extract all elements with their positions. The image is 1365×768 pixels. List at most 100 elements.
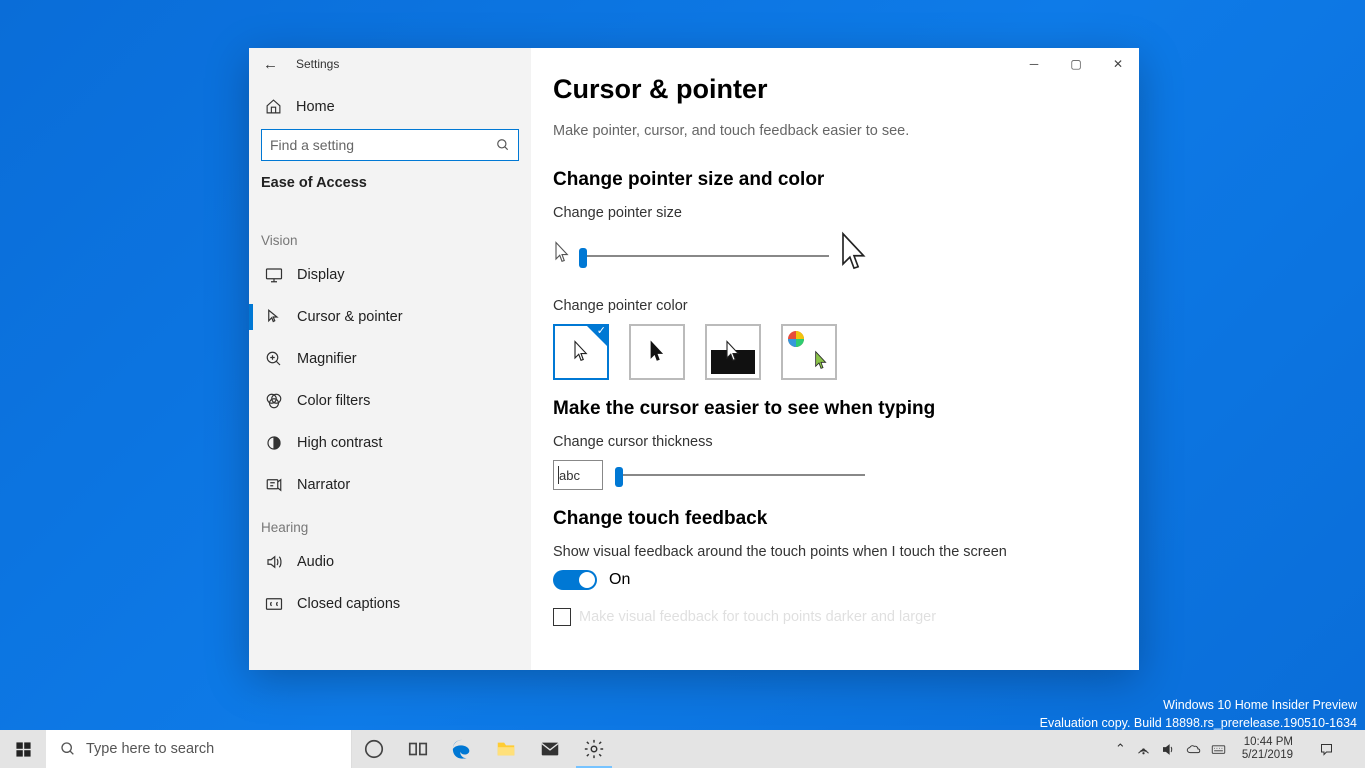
large-cursor-icon [837, 231, 871, 280]
thickness-preview: abc [553, 460, 603, 490]
home-label: Home [296, 99, 335, 115]
contrast-icon [265, 434, 283, 452]
back-icon[interactable]: ← [263, 56, 278, 73]
page-subtitle: Make pointer, cursor, and touch feedback… [553, 123, 1109, 139]
mail-button[interactable] [528, 730, 572, 768]
folder-icon [495, 738, 517, 760]
sidebar-item-label: Narrator [297, 477, 350, 493]
search-icon [60, 741, 76, 757]
slider-thumb[interactable] [615, 467, 623, 487]
settings-window: ─ ▢ ✕ ← Settings Home Find a setting Eas… [249, 48, 1139, 670]
pointer-size-label: Change pointer size [553, 205, 1109, 221]
touch-feedback-toggle-row: On [553, 570, 1109, 590]
minimize-button[interactable]: ─ [1013, 48, 1055, 80]
touch-feedback-checkbox[interactable] [553, 608, 571, 626]
sidebar-item-label: Cursor & pointer [297, 309, 403, 325]
cursor-white-icon [572, 340, 590, 364]
windows-icon [15, 741, 32, 758]
mail-icon [539, 738, 561, 760]
taskbar-clock[interactable]: 10:44 PM 5/21/2019 [1236, 736, 1299, 762]
sidebar-item-display[interactable]: Display [249, 254, 531, 296]
category-title: Ease of Access [249, 175, 531, 201]
task-view-icon [407, 738, 429, 760]
sidebar: ← Settings Home Find a setting Ease of A… [249, 48, 531, 670]
captions-icon [265, 595, 283, 613]
window-controls: ─ ▢ ✕ [1013, 48, 1139, 80]
toggle-label: On [609, 571, 630, 589]
explorer-button[interactable] [484, 730, 528, 768]
pointer-color-label: Change pointer color [553, 298, 1109, 314]
sidebar-item-label: Closed captions [297, 596, 400, 612]
filters-icon [265, 392, 283, 410]
clock-date: 5/21/2019 [1242, 749, 1293, 762]
sidebar-item-cursor-pointer[interactable]: Cursor & pointer [249, 296, 531, 338]
sidebar-item-high-contrast[interactable]: High contrast [249, 422, 531, 464]
network-icon[interactable] [1136, 742, 1151, 757]
touch-feedback-desc: Show visual feedback around the touch po… [553, 544, 1109, 560]
slider-thumb[interactable] [579, 248, 587, 268]
narrator-icon [265, 476, 283, 494]
start-button[interactable] [0, 730, 46, 768]
pointer-color-white[interactable] [553, 324, 609, 380]
sidebar-item-magnifier[interactable]: Magnifier [249, 338, 531, 380]
small-cursor-icon [553, 241, 571, 270]
pointer-color-custom[interactable] [781, 324, 837, 380]
window-title: Settings [296, 57, 339, 71]
cursor-icon [265, 308, 283, 326]
clock-time: 10:44 PM [1242, 736, 1293, 749]
system-tray: ⌃ 10:44 PM 5/21/2019 [1109, 730, 1365, 768]
search-input[interactable]: Find a setting [261, 129, 519, 161]
display-icon [265, 266, 283, 284]
close-button[interactable]: ✕ [1097, 48, 1139, 80]
edge-button[interactable] [440, 730, 484, 768]
color-wheel-icon [787, 330, 811, 354]
audio-icon [265, 553, 283, 571]
magnifier-icon [265, 350, 283, 368]
touch-feedback-toggle[interactable] [553, 570, 597, 590]
sidebar-item-label: Magnifier [297, 351, 357, 367]
section-touch-feedback: Change touch feedback [553, 508, 1109, 530]
action-center-button[interactable] [1309, 742, 1343, 757]
touch-feedback-checkbox-row: Make visual feedback for touch points da… [553, 608, 1109, 626]
pointer-size-slider[interactable] [579, 255, 829, 257]
section-cursor-typing: Make the cursor easier to see when typin… [553, 398, 1109, 420]
taskbar-search[interactable]: Type here to search [46, 730, 352, 768]
pointer-color-black[interactable] [629, 324, 685, 380]
sidebar-item-audio[interactable]: Audio [249, 541, 531, 583]
edge-icon [451, 738, 473, 760]
section-size-color: Change pointer size and color [553, 169, 1109, 191]
cursor-inverted-icon [724, 340, 742, 364]
settings-taskbar-button[interactable] [572, 730, 616, 768]
cursor-thickness-row: abc [553, 460, 1109, 490]
pointer-color-inverted[interactable] [705, 324, 761, 380]
task-view-button[interactable] [396, 730, 440, 768]
home-icon [265, 98, 282, 115]
sidebar-item-label: Display [297, 267, 345, 283]
group-vision: Vision [249, 233, 531, 254]
cursor-custom-icon [813, 350, 829, 372]
titlebar: ← Settings [249, 48, 531, 80]
maximize-button[interactable]: ▢ [1055, 48, 1097, 80]
group-hearing: Hearing [249, 520, 531, 541]
search-icon [496, 138, 510, 152]
home-link[interactable]: Home [249, 80, 531, 129]
volume-icon[interactable] [1161, 742, 1176, 757]
sidebar-item-label: Audio [297, 554, 334, 570]
cortana-button[interactable] [352, 730, 396, 768]
taskbar-pinned [352, 730, 616, 768]
search-placeholder: Find a setting [270, 137, 496, 153]
onedrive-icon[interactable] [1186, 742, 1201, 757]
sidebar-item-color-filters[interactable]: Color filters [249, 380, 531, 422]
sidebar-item-narrator[interactable]: Narrator [249, 464, 531, 506]
pointer-color-options [553, 324, 1109, 380]
keyboard-icon[interactable] [1211, 742, 1226, 757]
tray-chevron[interactable]: ⌃ [1115, 741, 1126, 757]
sidebar-item-label: High contrast [297, 435, 382, 451]
touch-feedback-checkbox-label: Make visual feedback for touch points da… [579, 609, 936, 625]
watermark-line1: Windows 10 Home Insider Preview [1040, 697, 1357, 715]
cursor-thickness-slider[interactable] [615, 474, 865, 476]
cursor-black-icon [648, 340, 666, 364]
sidebar-item-closed-captions[interactable]: Closed captions [249, 583, 531, 625]
notification-icon [1319, 742, 1334, 757]
desktop-watermark: Windows 10 Home Insider Preview Evaluati… [1040, 697, 1357, 732]
